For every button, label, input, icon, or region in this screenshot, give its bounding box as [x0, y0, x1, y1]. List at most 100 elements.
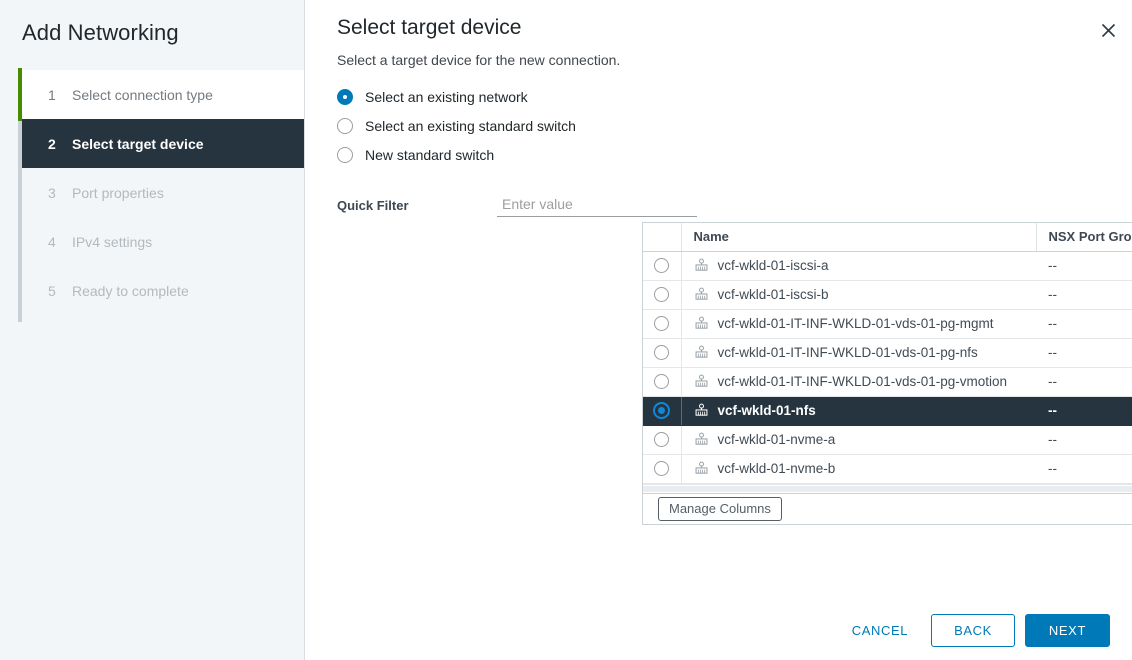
- network-port-group-icon: [694, 287, 709, 302]
- table-row[interactable]: vcf-wkld-01-IT-INF-WKLD-01-vds-01-pg-vmo…: [643, 367, 1132, 396]
- close-icon[interactable]: [1094, 16, 1122, 44]
- table-body: vcf-wkld-01-iscsi-a--vcf-wkld-01-IT-INF-…: [643, 251, 1132, 483]
- column-header-nsx-port-group-id[interactable]: NSX Port Group ID: [1036, 223, 1132, 251]
- radio-select-existing-network[interactable]: Select an existing network: [337, 82, 1132, 111]
- radio-new-standard-switch[interactable]: New standard switch: [337, 140, 1132, 169]
- step-number: 1: [48, 87, 64, 103]
- cell-name: vcf-wkld-01-nfs: [681, 396, 1036, 425]
- row-name-text: vcf-wkld-01-IT-INF-WKLD-01-vds-01-pg-nfs: [718, 345, 978, 360]
- table-head: Name NSX Port Group ID Distributed Switc…: [643, 223, 1132, 251]
- row-radio[interactable]: [654, 287, 669, 302]
- cell-name: vcf-wkld-01-nvme-b: [681, 454, 1036, 483]
- cell-name: vcf-wkld-01-iscsi-b: [681, 280, 1036, 309]
- row-name-text: vcf-wkld-01-nfs: [718, 403, 816, 418]
- row-radio[interactable]: [654, 374, 669, 389]
- row-radio[interactable]: [654, 258, 669, 273]
- row-radio[interactable]: [654, 461, 669, 476]
- target-device-radio-group: Select an existing network Select an exi…: [305, 69, 1132, 169]
- radio-mark: [337, 118, 353, 134]
- wizard-actions: CANCEL BACK NEXT: [837, 614, 1110, 647]
- horizontal-scrollbar[interactable]: [643, 484, 1132, 493]
- row-name-text: vcf-wkld-01-nvme-a: [718, 432, 836, 447]
- back-button[interactable]: BACK: [931, 614, 1015, 647]
- quick-filter-label: Quick Filter: [337, 198, 497, 213]
- row-radio[interactable]: [654, 316, 669, 331]
- row-select-cell[interactable]: [643, 396, 681, 425]
- network-port-group-icon: [694, 432, 709, 447]
- quick-filter-input[interactable]: [497, 194, 697, 217]
- network-port-group-icon: [694, 345, 709, 360]
- table-row[interactable]: vcf-wkld-01-iscsi-a--vcf-wkld-01-IT-INF-…: [643, 251, 1132, 280]
- cell-nsx-port-group-id: --: [1036, 396, 1132, 425]
- wizard-step-list: 1 Select connection type 2 Select target…: [0, 70, 304, 315]
- step-number: 5: [48, 283, 64, 299]
- sidebar-step-select-target-device[interactable]: 2 Select target device: [22, 119, 304, 168]
- network-port-group-icon: [694, 461, 709, 476]
- cell-name: vcf-wkld-01-iscsi-a: [681, 251, 1036, 280]
- cell-name: vcf-wkld-01-IT-INF-WKLD-01-vds-01-pg-nfs: [681, 338, 1036, 367]
- page-subtitle: Select a target device for the new conne…: [305, 42, 1132, 69]
- scrollbar-thumb[interactable]: [643, 486, 1132, 492]
- table-row[interactable]: vcf-wkld-01-nvme-b--vcf-wkld-01-IT-INF-W…: [643, 454, 1132, 483]
- radio-label: Select an existing standard switch: [365, 118, 576, 134]
- step-label: IPv4 settings: [72, 234, 152, 250]
- step-label: Select connection type: [72, 87, 213, 103]
- table-row[interactable]: vcf-wkld-01-nvme-a--vcf-wkld-01-IT-INF-W…: [643, 425, 1132, 454]
- network-port-group-icon: [694, 258, 709, 273]
- target-device-table: Name NSX Port Group ID Distributed Switc…: [642, 222, 1132, 525]
- sidebar-step-port-properties[interactable]: 3 Port properties: [22, 168, 304, 217]
- cell-nsx-port-group-id: --: [1036, 338, 1132, 367]
- step-number: 3: [48, 185, 64, 201]
- table-row[interactable]: vcf-wkld-01-nfs--vcf-wkld-01-IT-INF-WKLD…: [643, 396, 1132, 425]
- radio-label: Select an existing network: [365, 89, 528, 105]
- manage-columns-button[interactable]: Manage Columns: [658, 497, 782, 521]
- table-footer: Manage Columns 8 items: [643, 493, 1132, 524]
- step-label: Ready to complete: [72, 283, 189, 299]
- cell-nsx-port-group-id: --: [1036, 425, 1132, 454]
- row-select-cell[interactable]: [643, 425, 681, 454]
- row-name-text: vcf-wkld-01-nvme-b: [718, 461, 836, 476]
- radio-label: New standard switch: [365, 147, 494, 163]
- next-button[interactable]: NEXT: [1025, 614, 1110, 647]
- step-number: 2: [48, 136, 64, 152]
- table-row[interactable]: vcf-wkld-01-iscsi-b--vcf-wkld-01-IT-INF-…: [643, 280, 1132, 309]
- cancel-button[interactable]: CANCEL: [837, 614, 923, 647]
- column-header-select: [643, 223, 681, 251]
- row-name-text: vcf-wkld-01-IT-INF-WKLD-01-vds-01-pg-mgm…: [718, 316, 994, 331]
- cell-nsx-port-group-id: --: [1036, 367, 1132, 396]
- row-select-cell[interactable]: [643, 251, 681, 280]
- cell-nsx-port-group-id: --: [1036, 309, 1132, 338]
- row-select-cell[interactable]: [643, 454, 681, 483]
- sidebar-step-ready-to-complete[interactable]: 5 Ready to complete: [22, 266, 304, 315]
- radio-mark: [337, 89, 353, 105]
- step-label: Port properties: [72, 185, 164, 201]
- row-select-cell[interactable]: [643, 280, 681, 309]
- table-row[interactable]: vcf-wkld-01-IT-INF-WKLD-01-vds-01-pg-mgm…: [643, 309, 1132, 338]
- cell-name: vcf-wkld-01-IT-INF-WKLD-01-vds-01-pg-vmo…: [681, 367, 1036, 396]
- wizard-sidebar: Add Networking 1 Select connection type …: [0, 0, 305, 660]
- cell-nsx-port-group-id: --: [1036, 454, 1132, 483]
- sidebar-step-select-connection-type[interactable]: 1 Select connection type: [22, 70, 304, 119]
- row-select-cell[interactable]: [643, 367, 681, 396]
- wizard-title: Add Networking: [0, 0, 304, 48]
- row-radio[interactable]: [653, 402, 670, 419]
- quick-filter-row: Quick Filter: [305, 169, 1132, 217]
- wizard-content: Select target device Select a target dev…: [305, 0, 1132, 660]
- network-port-group-icon: [694, 403, 709, 418]
- device-table: Name NSX Port Group ID Distributed Switc…: [643, 223, 1132, 484]
- row-select-cell[interactable]: [643, 338, 681, 367]
- network-port-group-icon: [694, 374, 709, 389]
- table-row[interactable]: vcf-wkld-01-IT-INF-WKLD-01-vds-01-pg-nfs…: [643, 338, 1132, 367]
- network-port-group-icon: [694, 316, 709, 331]
- column-header-name[interactable]: Name: [681, 223, 1036, 251]
- radio-select-existing-standard-switch[interactable]: Select an existing standard switch: [337, 111, 1132, 140]
- row-name-text: vcf-wkld-01-iscsi-a: [718, 258, 829, 273]
- add-networking-wizard: Add Networking 1 Select connection type …: [0, 0, 1132, 660]
- row-name-text: vcf-wkld-01-IT-INF-WKLD-01-vds-01-pg-vmo…: [718, 374, 1008, 389]
- radio-mark: [337, 147, 353, 163]
- row-radio[interactable]: [654, 345, 669, 360]
- row-radio[interactable]: [654, 432, 669, 447]
- row-select-cell[interactable]: [643, 309, 681, 338]
- cell-name: vcf-wkld-01-IT-INF-WKLD-01-vds-01-pg-mgm…: [681, 309, 1036, 338]
- sidebar-step-ipv4-settings[interactable]: 4 IPv4 settings: [22, 217, 304, 266]
